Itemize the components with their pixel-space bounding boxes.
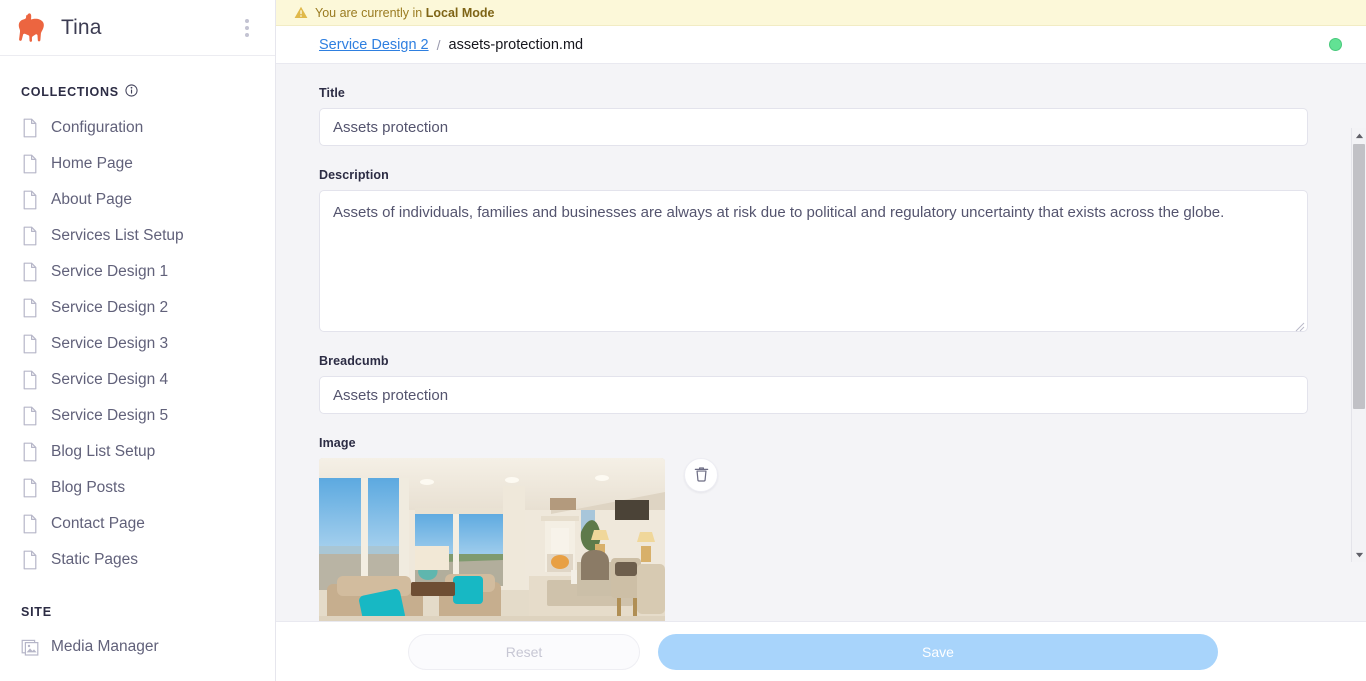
field-title: Title bbox=[319, 86, 1308, 146]
breadcrumb: Service Design 2 / assets-protection.md bbox=[276, 26, 1366, 64]
breadcrumb-parent-link[interactable]: Service Design 2 bbox=[319, 37, 429, 53]
document-icon bbox=[21, 154, 39, 174]
nav-item-label: Service Design 4 bbox=[51, 371, 169, 388]
delete-image-button[interactable] bbox=[684, 458, 718, 492]
field-label-breadcumb: Breadcumb bbox=[319, 354, 389, 368]
form-action-bar: Reset Save bbox=[276, 622, 1366, 681]
nav-item-label: About Page bbox=[51, 191, 133, 208]
nav-item-label: Blog Posts bbox=[51, 479, 126, 496]
kebab-menu-icon[interactable] bbox=[235, 15, 259, 41]
document-icon bbox=[21, 442, 39, 462]
description-textarea[interactable]: Assets of individuals, families and busi… bbox=[319, 190, 1308, 332]
sidebar-item-contact-page[interactable]: Contact Page bbox=[0, 506, 275, 542]
sidebar-header: Tina bbox=[0, 0, 275, 56]
sidebar-item-services-list-setup[interactable]: Services List Setup bbox=[0, 218, 275, 254]
document-icon bbox=[21, 118, 39, 138]
description-wrapper: Assets of individuals, families and busi… bbox=[319, 190, 1308, 332]
sidebar-item-service-design-2[interactable]: Service Design 2 bbox=[0, 290, 275, 326]
document-icon bbox=[21, 226, 39, 246]
document-icon bbox=[21, 478, 39, 498]
sidebar-item-about-page[interactable]: About Page bbox=[0, 182, 275, 218]
sidebar-item-blog-list-setup[interactable]: Blog List Setup bbox=[0, 434, 275, 470]
sidebar-item-media-manager[interactable]: Media Manager bbox=[0, 629, 275, 665]
field-breadcumb: Breadcumb bbox=[319, 354, 1308, 414]
reset-button[interactable]: Reset bbox=[408, 633, 640, 670]
nav-item-label: Media Manager bbox=[51, 638, 159, 655]
breadcumb-input[interactable] bbox=[319, 376, 1308, 414]
field-label-description: Description bbox=[319, 168, 389, 182]
nav-item-label: Home Page bbox=[51, 155, 133, 172]
document-icon bbox=[21, 550, 39, 570]
sidebar-item-static-pages[interactable]: Static Pages bbox=[0, 542, 275, 578]
document-icon bbox=[21, 334, 39, 354]
scroll-down-arrow-icon[interactable] bbox=[1352, 547, 1366, 562]
breadcrumb-current: assets-protection.md bbox=[448, 36, 584, 53]
collections-nav: Configuration Home Page About Page Services… bbox=[0, 110, 275, 578]
scroll-up-arrow-icon[interactable] bbox=[1352, 128, 1366, 143]
nav-item-label: Service Design 2 bbox=[51, 299, 169, 316]
banner-text: You are currently in Local Mode bbox=[315, 6, 494, 20]
nav-item-label: Service Design 1 bbox=[51, 263, 169, 280]
image-row bbox=[319, 458, 1308, 621]
breadcrumb-separator: / bbox=[436, 36, 441, 53]
status-badge bbox=[1329, 38, 1342, 51]
document-icon bbox=[21, 190, 39, 210]
sidebar-item-service-design-5[interactable]: Service Design 5 bbox=[0, 398, 275, 434]
llama-icon bbox=[18, 12, 48, 44]
site-nav: Media Manager bbox=[0, 629, 275, 665]
document-icon bbox=[21, 262, 39, 282]
save-button[interactable]: Save bbox=[658, 633, 1218, 670]
collections-label: COLLECTIONS bbox=[21, 85, 119, 99]
nav-item-label: Static Pages bbox=[51, 551, 139, 568]
document-icon bbox=[21, 298, 39, 318]
site-label: SITE bbox=[21, 605, 52, 619]
sidebar-item-service-design-1[interactable]: Service Design 1 bbox=[0, 254, 275, 290]
nav-item-label: Services List Setup bbox=[51, 227, 184, 244]
trash-icon bbox=[693, 465, 710, 486]
banner-mode: Local Mode bbox=[425, 5, 495, 20]
form-fields: Title Description Assets of individuals,… bbox=[276, 64, 1366, 621]
vertical-scrollbar[interactable] bbox=[1351, 128, 1366, 562]
document-icon bbox=[21, 406, 39, 426]
form-scroll-region: Title Description Assets of individuals,… bbox=[276, 64, 1366, 622]
collections-section-header: COLLECTIONS bbox=[0, 56, 275, 110]
sidebar-item-service-design-4[interactable]: Service Design 4 bbox=[0, 362, 275, 398]
sidebar-item-blog-posts[interactable]: Blog Posts bbox=[0, 470, 275, 506]
scrollbar-thumb[interactable] bbox=[1353, 144, 1365, 409]
document-icon bbox=[21, 370, 39, 390]
nav-item-label: Configuration bbox=[51, 119, 144, 136]
sidebar: Tina COLLECTIONS Configuration Home Page A… bbox=[0, 0, 276, 681]
nav-item-label: Contact Page bbox=[51, 515, 145, 532]
field-image: Image bbox=[319, 436, 1308, 621]
field-label-image: Image bbox=[319, 436, 356, 450]
banner-prefix: You are currently in bbox=[315, 5, 426, 20]
nav-item-label: Service Design 5 bbox=[51, 407, 169, 424]
sidebar-item-service-design-3[interactable]: Service Design 3 bbox=[0, 326, 275, 362]
nav-item-label: Blog List Setup bbox=[51, 443, 156, 460]
image-thumbnail[interactable] bbox=[319, 458, 665, 621]
brand-name: Tina bbox=[61, 15, 102, 39]
sidebar-item-configuration[interactable]: Configuration bbox=[0, 110, 275, 146]
nav-item-label: Service Design 3 bbox=[51, 335, 169, 352]
local-mode-banner: You are currently in Local Mode bbox=[276, 0, 1366, 26]
title-input[interactable] bbox=[319, 108, 1308, 146]
tina-cms-app: Tina COLLECTIONS Configuration Home Page A… bbox=[0, 0, 1366, 681]
warning-triangle-icon bbox=[294, 6, 308, 19]
main-content: You are currently in Local Mode Service … bbox=[276, 0, 1366, 681]
document-icon bbox=[21, 514, 39, 534]
sidebar-item-home-page[interactable]: Home Page bbox=[0, 146, 275, 182]
field-description: Description Assets of individuals, famil… bbox=[319, 168, 1308, 332]
image-icon bbox=[21, 637, 39, 657]
site-section-header: SITE bbox=[0, 578, 275, 629]
field-label-title: Title bbox=[319, 86, 345, 100]
info-icon[interactable] bbox=[125, 84, 138, 100]
